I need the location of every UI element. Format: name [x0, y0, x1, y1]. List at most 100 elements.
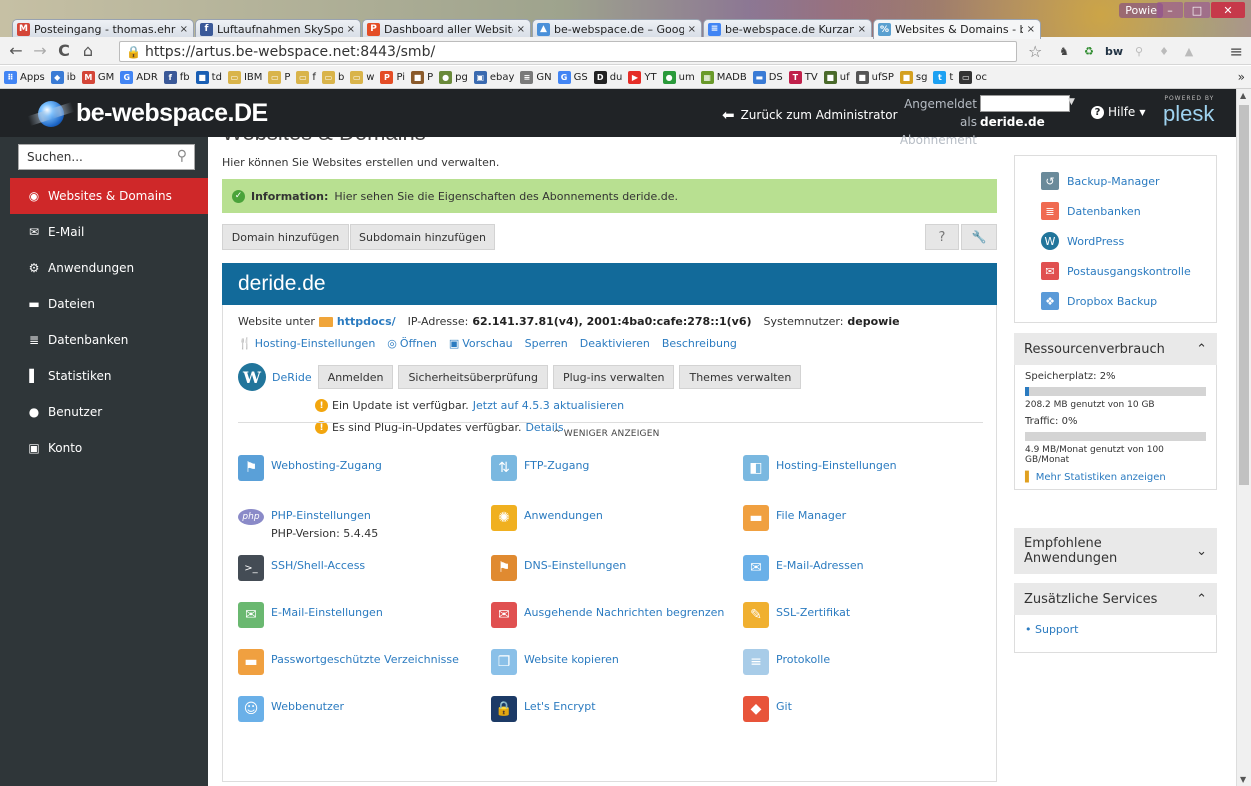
tab-close-icon[interactable]: × — [180, 24, 188, 35]
sidebar-item-websites-domains[interactable]: ◉ Websites & Domains — [10, 178, 208, 214]
bookmark-item[interactable]: tt — [933, 70, 953, 84]
sidebar-item-konto[interactable]: ▣ Konto — [10, 430, 208, 466]
tab-close-icon[interactable]: × — [517, 24, 525, 35]
back-icon[interactable]: ← — [4, 41, 28, 60]
back-to-admin-link[interactable]: ⬅ Zurück zum Administrator — [722, 106, 898, 124]
backup-link[interactable]: ↺ Backup-Manager — [1015, 166, 1216, 196]
search-input[interactable]: Suchen... ⚲ — [18, 144, 195, 170]
minimize-icon[interactable]: – — [1157, 2, 1183, 18]
scroll-down-icon[interactable]: ▼ — [1240, 775, 1246, 784]
bookmark-item[interactable]: ⠿ Apps — [4, 70, 45, 84]
sidebar-item-datenbanken[interactable]: ≣ Datenbanken — [10, 322, 208, 358]
close-window-icon[interactable]: ✕ — [1211, 2, 1245, 18]
outbox-link[interactable]: ✉ Postausgangskontrolle — [1015, 256, 1216, 286]
additional-services-header[interactable]: Zusätzliche Services ⌃ — [1014, 583, 1217, 615]
extension-icon[interactable]: ♻ — [1081, 44, 1097, 58]
logo[interactable]: be-webspace.DE — [28, 95, 268, 131]
bookmarks-more-icon[interactable]: » — [1238, 70, 1245, 84]
email-settings-tool[interactable]: ✉ E-Mail-Einstellungen — [238, 602, 383, 628]
bookmark-item[interactable]: ▣ ebay — [473, 70, 514, 84]
git-tool[interactable]: ◆ Git — [743, 696, 792, 722]
browser-tab[interactable]: f Luftaufnahmen SkySpots × — [195, 19, 361, 38]
bookmark-item[interactable]: ≡ GN — [520, 70, 552, 84]
logs-tool[interactable]: ≡ Protokolle — [743, 649, 830, 675]
browser-tab[interactable]: % Websites & Domains - be × — [873, 19, 1041, 39]
bookmark-item[interactable]: ▦ MADB — [700, 70, 747, 84]
help-menu[interactable]: ? Hilfe ▼ — [1091, 105, 1145, 119]
recommended-apps-header[interactable]: Empfohlene Anwendungen ⌄ — [1014, 528, 1217, 574]
bookmark-item[interactable]: ▭ w — [350, 70, 374, 84]
bookmark-item[interactable]: G GS — [557, 70, 588, 84]
file-manager-tool[interactable]: ▬ File Manager — [743, 505, 846, 531]
sidebar-item-dateien[interactable]: ▬ Dateien — [10, 286, 208, 322]
bookmark-item[interactable]: G ADR — [120, 70, 158, 84]
add-subdomain-button[interactable]: Subdomain hinzufügen — [350, 224, 495, 250]
wordpress-themes-verwalten-button[interactable]: Themes verwalten — [679, 365, 802, 389]
sidebar-item-anwendungen[interactable]: ⚙ Anwendungen — [10, 250, 208, 286]
browser-tab[interactable]: ▲ be-webspace.de – Google × — [532, 19, 702, 38]
ftp-access-tool[interactable]: ⇅ FTP-Zugang — [491, 455, 589, 481]
webhosting-access-tool[interactable]: ⚑ Webhosting-Zugang — [238, 455, 382, 481]
show-less-toggle[interactable]: ^ WENIGER ANZEIGEN — [553, 429, 660, 439]
bookmark-item[interactable]: P Pi — [380, 70, 405, 84]
resource-usage-header[interactable]: Ressourcenverbrauch ⌃ — [1014, 333, 1217, 365]
browser-tab[interactable]: P Dashboard aller Websites × — [362, 19, 531, 38]
tools-button[interactable]: 🔧 — [961, 224, 997, 250]
disable-link[interactable]: Deaktivieren — [580, 337, 650, 350]
sidebar-item-statistiken[interactable]: ▌ Statistiken — [10, 358, 208, 394]
address-bar[interactable]: 🔒 https://artus.be-webspace.net:8443/smb… — [119, 41, 1017, 62]
extension-icon[interactable]: ♦ — [1156, 44, 1172, 58]
ssh-tool[interactable]: >_ SSH/Shell-Access — [238, 555, 365, 581]
bookmark-item[interactable]: ▬ DS — [752, 70, 783, 84]
protected-dirs-tool[interactable]: ▬ Passwortgeschützte Verzeichnisse — [238, 649, 459, 675]
ssl-certificate-tool[interactable]: ✎ SSL-Zertifikat — [743, 602, 850, 628]
bookmark-item[interactable]: ■ uf — [823, 70, 850, 84]
bookmark-item[interactable]: ■ ufSP — [855, 70, 894, 84]
letsencrypt-tool[interactable]: 🔒 Let's Encrypt — [491, 696, 596, 722]
hosting-settings-link[interactable]: 🍴 Hosting-Einstellungen — [238, 337, 375, 350]
preview-link[interactable]: ▣ Vorschau — [449, 337, 513, 350]
extension-icon[interactable]: ⚲ — [1131, 44, 1147, 58]
database-link[interactable]: ≣ Datenbanken — [1015, 196, 1216, 226]
copy-website-tool[interactable]: ❐ Website kopieren — [491, 649, 619, 675]
bookmark-item[interactable]: ■ sg — [899, 70, 927, 84]
browser-tab[interactable]: M Posteingang - thomas.ehr × — [12, 19, 194, 38]
reload-icon[interactable]: C — [52, 41, 76, 60]
subscription-value[interactable]: deride.de — [980, 115, 1045, 129]
bookmark-item[interactable]: ▭ b — [321, 70, 344, 84]
dropbox-link[interactable]: ❖ Dropbox Backup — [1015, 286, 1216, 316]
wordpress-site-link[interactable]: DeRide — [272, 371, 312, 384]
outgoing-limit-tool[interactable]: ✉ Ausgehende Nachrichten begrenzen — [491, 602, 724, 628]
bookmark-item[interactable]: ● pg — [439, 70, 468, 84]
wordpress-anmelden-button[interactable]: Anmelden — [317, 365, 394, 389]
bookmark-item[interactable]: f fb — [163, 70, 190, 84]
search-icon[interactable]: ⚲ — [177, 148, 187, 164]
update-link[interactable]: Jetzt auf 4.5.3 aktualisieren — [473, 399, 624, 412]
help-button[interactable]: ? — [925, 224, 959, 250]
bookmark-item[interactable]: Ddu — [593, 70, 622, 84]
add-domain-button[interactable]: Domain hinzufügen — [222, 224, 349, 250]
user-dropdown-icon[interactable]: ▼ — [1068, 97, 1075, 107]
hosting-settings-tool[interactable]: ◧ Hosting-Einstellungen — [743, 455, 897, 481]
tab-close-icon[interactable]: × — [1027, 24, 1035, 35]
tab-close-icon[interactable]: × — [347, 24, 355, 35]
bookmark-item[interactable]: ▭ P — [268, 70, 290, 84]
wordpress-link[interactable]: W WordPress — [1015, 226, 1216, 256]
extension-icon[interactable]: ♞ — [1056, 44, 1072, 58]
bookmark-item[interactable]: ▭ f — [296, 70, 316, 84]
bookmark-item[interactable]: ▭ oc — [959, 70, 987, 84]
home-icon[interactable]: ⌂ — [76, 41, 100, 60]
tab-close-icon[interactable]: × — [858, 24, 866, 35]
bookmark-item[interactable]: ■ P — [411, 70, 433, 84]
open-link[interactable]: ◎ Öffnen — [387, 337, 437, 350]
forward-icon[interactable]: → — [28, 41, 52, 60]
tab-close-icon[interactable]: × — [688, 24, 696, 35]
more-stats-link[interactable]: ▌ Mehr Statistiken anzeigen — [1025, 472, 1206, 483]
extension-icon[interactable]: ▲ — [1181, 44, 1197, 58]
bookmark-item[interactable]: ▭ IBM — [227, 70, 262, 84]
wordpress-sicherheits-berpr-fung-button[interactable]: Sicherheitsüberprüfung — [398, 365, 548, 389]
domain-header[interactable]: deride.de — [222, 263, 997, 305]
applications-tool[interactable]: ✺ Anwendungen — [491, 505, 603, 531]
extension-icon[interactable]: bw — [1105, 44, 1123, 58]
docroot-link[interactable]: httpdocs/ — [337, 315, 396, 328]
